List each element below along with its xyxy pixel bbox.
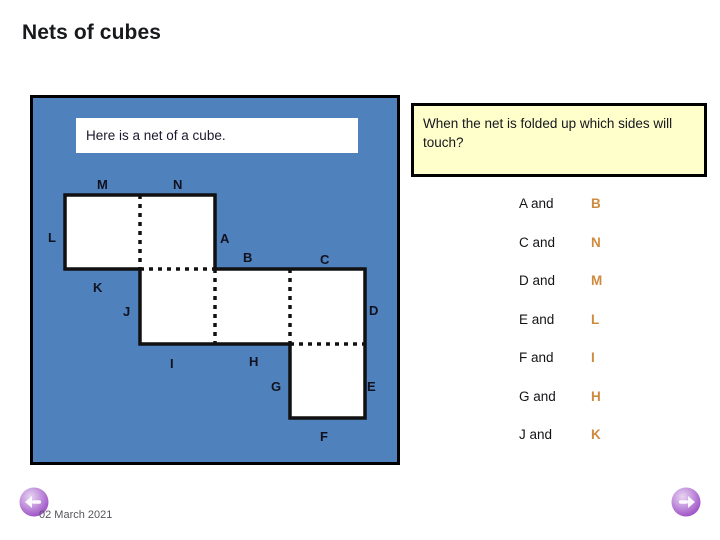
net-diagram-panel: Here is a net of a cube. MNLABCKJDIHGEF — [30, 95, 400, 465]
net-face-mid-right — [290, 269, 365, 344]
answer-row: J and K — [519, 427, 709, 466]
answer-face-label: A and — [519, 196, 554, 211]
answer-pairs-list: A and B C and N D and M E and L F and I G and H J an… — [519, 196, 709, 466]
net-face-top-left — [65, 195, 140, 269]
answer-row: D and M — [519, 273, 709, 312]
net-edge-label-n: N — [173, 177, 183, 192]
answer-row: F and I — [519, 350, 709, 389]
next-slide-button[interactable] — [668, 484, 704, 520]
net-face-mid-center — [215, 269, 290, 344]
net-face-bottom — [290, 344, 365, 418]
net-edge-label-j: J — [123, 304, 131, 319]
answer-match-label: I — [591, 350, 595, 365]
answer-match-label: N — [591, 234, 601, 250]
net-edge-label-k: K — [93, 280, 103, 295]
answer-row: A and B — [519, 196, 709, 235]
answer-face-label: F and — [519, 350, 554, 365]
cube-net-drawing — [63, 193, 367, 420]
answer-face-label: E and — [519, 311, 555, 327]
answer-match-label: L — [591, 311, 600, 327]
answer-row: E and L — [519, 312, 709, 351]
net-edge-label-l: L — [48, 230, 56, 245]
net-edge-label-m: M — [97, 177, 108, 192]
next-arrow-icon — [671, 487, 701, 517]
net-edge-label-i: I — [170, 356, 174, 371]
net-edge-label-g: G — [271, 379, 282, 394]
answer-match-label: B — [591, 196, 601, 211]
answer-row: C and N — [519, 235, 709, 274]
question-text: When the net is folded up which sides wi… — [423, 116, 673, 151]
answer-match-label: H — [591, 388, 601, 404]
net-edge-label-f: F — [320, 429, 328, 444]
net-edge-label-h: H — [249, 354, 259, 369]
answer-face-label: G and — [519, 388, 556, 404]
net-edge-label-a: A — [220, 231, 230, 246]
net-edge-label-b: B — [243, 250, 253, 265]
page-title: Nets of cubes — [22, 21, 161, 44]
answer-face-label: J and — [519, 427, 553, 442]
net-edge-label-d: D — [369, 303, 379, 318]
question-callout: When the net is folded up which sides wi… — [411, 103, 707, 177]
answer-face-label: C and — [519, 234, 556, 250]
net-edge-label-e: E — [367, 379, 376, 394]
net-face-top-right — [140, 195, 215, 269]
net-face-mid-left — [140, 269, 215, 344]
slide-date: 02 March 2021 — [39, 509, 113, 521]
answer-row: G and H — [519, 389, 709, 428]
answer-match-label: K — [591, 427, 601, 442]
net-edge-label-c: C — [320, 252, 330, 267]
answer-match-label: M — [591, 273, 603, 288]
answer-face-label: D and — [519, 273, 556, 288]
